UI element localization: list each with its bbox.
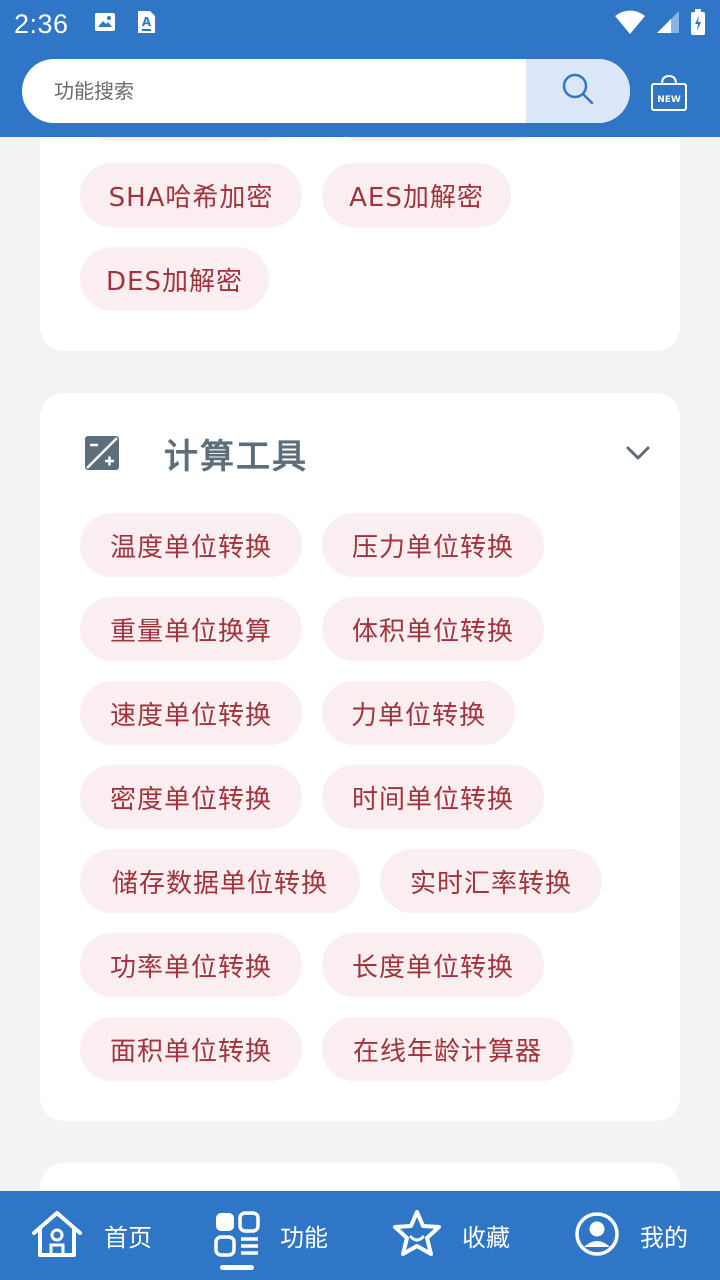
nav-home[interactable]: 首页 (30, 1191, 152, 1280)
chip-sha-hash[interactable]: SHA哈希加密 (80, 163, 302, 227)
nav-functions-label: 功能 (280, 1224, 328, 1252)
chip-volume[interactable]: 体积单位转换 (322, 597, 544, 661)
chip-storage-data[interactable]: 储存数据单位转换 (80, 849, 360, 913)
chip-temperature[interactable]: 温度单位转换 (80, 513, 302, 577)
chip-speed[interactable]: 速度单位转换 (80, 681, 302, 745)
category-card-calc-tools: 计算工具 温度单位转换 压力单位转换 重量单位换算 体积单位转换 速度单位转换 … (40, 393, 680, 1121)
svg-text:A: A (141, 15, 151, 29)
chevron-down-icon[interactable] (624, 441, 652, 465)
chip-length[interactable]: 长度单位转换 (322, 933, 544, 997)
status-time: 2:36 (14, 8, 69, 39)
nav-favorites[interactable]: 收藏 (392, 1191, 510, 1280)
chip-area[interactable]: 面积单位转换 (80, 1017, 302, 1081)
app-header: NEW (0, 48, 720, 137)
search-input[interactable] (22, 59, 526, 123)
chip-aes[interactable]: AES加解密 (322, 163, 511, 227)
exposure-icon (84, 435, 120, 471)
chip-exchange-rate[interactable]: 实时汇率转换 (380, 849, 602, 913)
chip-pressure[interactable]: 压力单位转换 (322, 513, 544, 577)
chip-force[interactable]: 力单位转换 (322, 681, 515, 745)
new-badge-text: NEW (657, 95, 681, 105)
bottom-navigation: 首页 功能 收藏 我的 (0, 1191, 720, 1280)
chip-partial[interactable] (330, 137, 540, 141)
nav-profile-label: 我的 (640, 1224, 688, 1252)
apps-icon (214, 1210, 260, 1261)
nav-home-label: 首页 (104, 1224, 152, 1252)
search-button[interactable] (526, 59, 630, 123)
image-icon (93, 10, 117, 38)
active-tab-indicator (220, 1265, 254, 1270)
chip-density[interactable]: 密度单位转换 (80, 765, 302, 829)
function-list[interactable]: SHA哈希加密 AES加解密 DES加解密 计算工具 温度单位转换 压力单位转换… (0, 137, 720, 1191)
signal-icon (656, 10, 680, 38)
a11y-icon: A (135, 10, 157, 38)
chip-power[interactable]: 功率单位转换 (80, 933, 302, 997)
search-box (22, 59, 630, 123)
nav-favorites-label: 收藏 (462, 1224, 510, 1252)
wifi-icon (614, 9, 646, 39)
user-icon (574, 1211, 620, 1261)
new-features-button[interactable]: NEW (648, 72, 690, 114)
category-card-encryption: SHA哈希加密 AES加解密 DES加解密 (40, 137, 680, 351)
chip-age-calculator[interactable]: 在线年龄计算器 (322, 1017, 573, 1081)
category-title: 计算工具 (164, 437, 308, 477)
chip-partial[interactable] (80, 137, 292, 141)
star-icon (392, 1209, 442, 1263)
home-icon (30, 1209, 84, 1263)
nav-profile[interactable]: 我的 (574, 1191, 688, 1280)
category-card-next (40, 1163, 680, 1191)
chip-weight[interactable]: 重量单位换算 (80, 597, 302, 661)
search-icon (561, 72, 595, 110)
battery-icon (690, 9, 706, 39)
status-bar: 2:36 A (0, 0, 720, 48)
chip-time[interactable]: 时间单位转换 (322, 765, 544, 829)
chip-des[interactable]: DES加解密 (80, 247, 269, 311)
shopping-bag-new-icon: NEW (651, 74, 687, 111)
category-header[interactable]: 计算工具 (40, 393, 680, 513)
